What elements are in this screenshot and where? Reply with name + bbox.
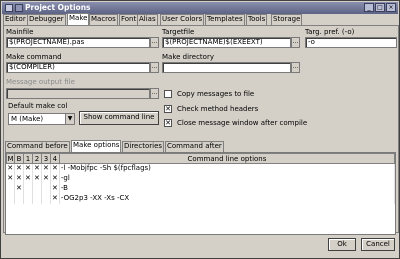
cell-3[interactable]: ✕ [41, 163, 51, 174]
subtab-directories[interactable]: Directories [122, 141, 165, 152]
chevron-down-icon[interactable]: ▼ [65, 114, 74, 124]
make-command-field[interactable]: $(COMPILER) [6, 62, 150, 73]
project-options-window: Project Options _ □ × Editor Debugger Ma… [0, 0, 400, 259]
default-make-col-value: M (Make) [11, 115, 44, 123]
cell-command[interactable]: -l -Mobjfpc -Sh $(fpcflags) [59, 163, 396, 174]
cell-1[interactable]: ✕ [23, 173, 33, 184]
cell-m[interactable] [6, 183, 15, 194]
cell-4[interactable]: ✕ [50, 183, 60, 194]
message-output-field[interactable] [6, 88, 150, 99]
tab-tools[interactable]: Tools [246, 14, 268, 25]
window-menu-icon[interactable] [5, 4, 13, 12]
col-header-m[interactable]: M [6, 153, 15, 164]
cell-3[interactable] [41, 183, 51, 194]
close-message-window-label: Close message window after compile [177, 119, 308, 127]
col-header-b[interactable]: B [13, 153, 24, 164]
cell-2[interactable]: ✕ [32, 173, 42, 184]
default-make-col-select[interactable]: M (Make) ▼ [8, 113, 75, 125]
table-row[interactable]: ✕ -OG2p3 -XX -Xs -CX [6, 193, 396, 204]
cell-command[interactable]: -gl [59, 173, 396, 184]
cell-2[interactable]: ✕ [32, 163, 42, 174]
tab-alias[interactable]: Alias [137, 14, 158, 25]
cell-4[interactable]: ✕ [50, 173, 60, 184]
grid-header-row: M B 1 2 3 4 Command line options [6, 153, 396, 164]
copy-messages-checkbox[interactable] [164, 90, 172, 98]
ok-button[interactable]: Ok [328, 238, 356, 251]
col-header-2[interactable]: 2 [31, 153, 42, 164]
cell-m[interactable]: ✕ [6, 173, 15, 184]
col-header-3[interactable]: 3 [40, 153, 51, 164]
cell-command[interactable]: -OG2p3 -XX -Xs -CX [59, 193, 396, 204]
mainfile-browse-button[interactable]: ... [150, 37, 159, 48]
cell-b[interactable]: ✕ [14, 163, 24, 174]
tab-debugger[interactable]: Debugger [27, 14, 66, 25]
window-title: Project Options [25, 3, 91, 12]
default-make-col-label: Default make col [8, 102, 68, 110]
col-header-1[interactable]: 1 [22, 153, 33, 164]
make-command-browse-button[interactable]: ... [150, 62, 159, 73]
close-message-window-checkbox[interactable]: ✕ [164, 119, 172, 127]
targetfile-browse-button[interactable]: ... [291, 37, 300, 48]
cell-3[interactable] [41, 193, 51, 204]
options-tabs: Editor Debugger Make Macros Font Alias U… [3, 13, 399, 25]
cell-3[interactable]: ✕ [41, 173, 51, 184]
minimize-icon[interactable]: _ [364, 3, 374, 12]
title-bar[interactable]: Project Options _ □ × [2, 2, 398, 14]
cell-1[interactable] [23, 183, 33, 194]
message-output-label: Message output file [6, 78, 75, 86]
make-directory-browse-button[interactable]: ... [291, 62, 300, 73]
pin-icon[interactable] [15, 4, 23, 12]
make-directory-field[interactable] [162, 62, 291, 73]
targetfile-label: Targetfile [162, 28, 195, 36]
tab-editor[interactable]: Editor [3, 14, 28, 25]
cancel-button[interactable]: Cancel [361, 238, 395, 251]
table-row[interactable]: ✕ ✕ ✕ ✕ ✕ ✕ -gl [6, 173, 396, 184]
subtab-make-options[interactable]: Make options [71, 140, 122, 152]
tab-make[interactable]: Make [67, 13, 90, 25]
copy-messages-label: Copy messages to file [177, 90, 255, 98]
cell-4[interactable]: ✕ [50, 193, 60, 204]
cell-2[interactable] [32, 183, 42, 194]
col-header-command-line[interactable]: Command line options [58, 153, 396, 164]
col-header-4[interactable]: 4 [49, 153, 60, 164]
cell-1[interactable]: ✕ [23, 163, 33, 174]
show-command-line-button[interactable]: Show command line [79, 111, 159, 125]
targ-pref-field[interactable]: -o [305, 37, 397, 48]
targetfile-field[interactable]: $(PROJECTNAME)$(EXEEXT) [162, 37, 291, 48]
tab-font[interactable]: Font [119, 14, 139, 25]
cell-b[interactable] [14, 193, 24, 204]
message-output-browse-button[interactable]: ... [150, 88, 159, 99]
check-method-headers-label: Check method headers [177, 105, 259, 113]
tab-user-colors[interactable]: User Colors [160, 14, 205, 25]
cell-command[interactable]: -B [59, 183, 396, 194]
command-subtabs: Command before Make options Directories … [5, 140, 397, 152]
cell-b[interactable]: ✕ [14, 173, 24, 184]
close-icon[interactable]: × [386, 3, 396, 12]
cell-4[interactable]: ✕ [50, 163, 60, 174]
cell-m[interactable]: ✕ [6, 163, 15, 174]
tab-templates[interactable]: Templates [205, 14, 245, 25]
subtab-command-after[interactable]: Command after [165, 141, 224, 152]
cell-m[interactable] [6, 193, 15, 204]
mainfile-label: Mainfile [6, 28, 34, 36]
mainfile-field[interactable]: $(PROJECTNAME).pas [6, 37, 150, 48]
cell-1[interactable] [23, 193, 33, 204]
make-command-label: Make command [6, 53, 62, 61]
tab-storage[interactable]: Storage [271, 14, 303, 25]
tab-macros[interactable]: Macros [89, 14, 118, 25]
cell-2[interactable] [32, 193, 42, 204]
targ-pref-label: Targ. pref. (-o) [305, 28, 355, 36]
table-row[interactable]: ✕ ✕ ✕ ✕ ✕ ✕ -l -Mobjfpc -Sh $(fpcflags) [6, 163, 396, 174]
check-method-headers-checkbox[interactable]: ✕ [164, 105, 172, 113]
subtab-command-before[interactable]: Command before [5, 141, 70, 152]
table-row[interactable]: ✕ ✕ -B [6, 183, 396, 194]
cell-b[interactable]: ✕ [14, 183, 24, 194]
make-options-grid: M B 1 2 3 4 Command line options ✕ ✕ ✕ ✕… [5, 152, 396, 235]
maximize-icon[interactable]: □ [375, 3, 385, 12]
make-directory-label: Make directory [162, 53, 214, 61]
